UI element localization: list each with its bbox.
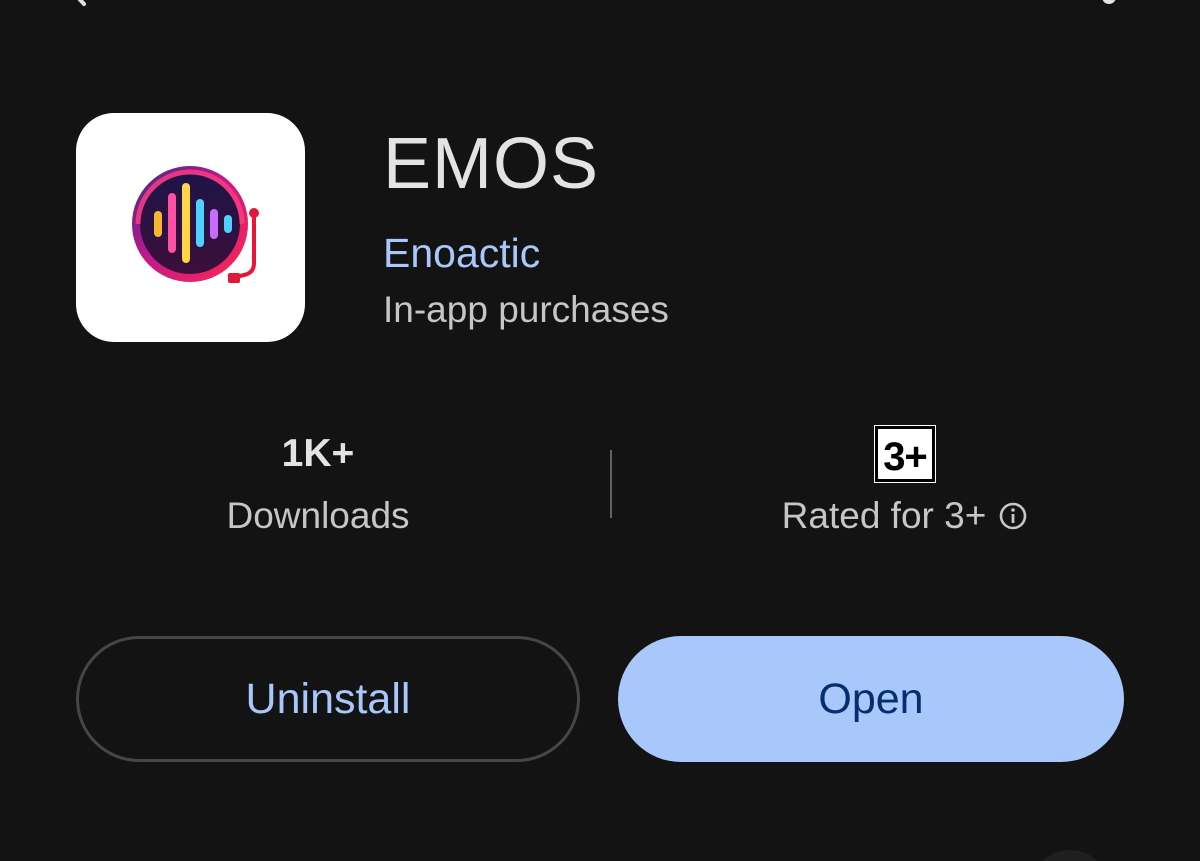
uninstall-button-label: Uninstall — [245, 674, 411, 723]
developer-link[interactable]: Enoactic — [383, 228, 540, 278]
open-button[interactable]: Open — [618, 636, 1124, 762]
rating-badge: 3+ — [874, 425, 936, 483]
downloads-count: 1K+ — [281, 432, 355, 475]
app-icon — [76, 113, 305, 342]
app-details-screen: EMOS Enoactic In-app purchases 1K+ Downl… — [0, 0, 1200, 861]
uninstall-button[interactable]: Uninstall — [76, 636, 580, 762]
rating-label: Rated for 3+ — [781, 495, 987, 536]
content-rating-stat[interactable]: 3+ Rated for 3+ — [740, 425, 1070, 540]
back-arrow-icon[interactable] — [62, 0, 96, 8]
more-vert-icon[interactable] — [1098, 0, 1120, 8]
open-button-label: Open — [818, 674, 924, 723]
in-app-purchases-note: In-app purchases — [383, 289, 669, 330]
floating-button-edge — [1030, 850, 1110, 861]
downloads-label: Downloads — [226, 495, 410, 536]
emos-logo-icon — [132, 166, 259, 283]
downloads-stat: 1K+ Downloads — [168, 426, 468, 540]
stats-divider — [610, 450, 612, 518]
app-title: EMOS — [383, 124, 600, 204]
info-icon[interactable] — [998, 501, 1028, 531]
